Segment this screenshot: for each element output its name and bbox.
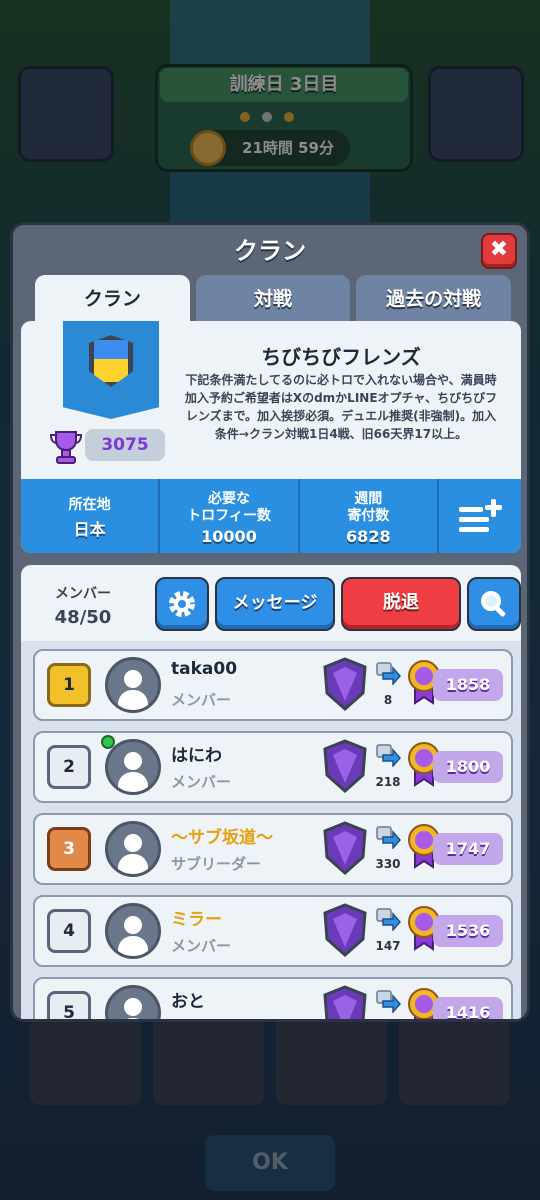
- member-count-label: メンバー: [55, 586, 111, 602]
- member-trophies: 1858: [433, 669, 503, 701]
- donation-count: 218: [375, 775, 401, 789]
- member-name: ミラー: [171, 910, 222, 930]
- rank-badge: 1: [47, 663, 91, 707]
- member-role: メンバー: [171, 937, 232, 955]
- online-status-icon: [101, 735, 115, 749]
- settings-button[interactable]: [155, 577, 209, 631]
- clan-name: ちびちびフレンズ: [261, 345, 421, 369]
- member-trophies: 1536: [433, 915, 503, 947]
- donation-count: 8: [383, 693, 393, 707]
- trophy-icon: [49, 431, 83, 464]
- avatar: [105, 739, 161, 795]
- rank-badge: 2: [47, 745, 91, 789]
- avatar: [105, 985, 161, 1019]
- avatar: [105, 821, 161, 877]
- clan-info-card: 3075 ちびちびフレンズ 下記条件満たしてるのに必トロで入れない場合や、満員時…: [21, 321, 521, 553]
- stat-required-trophies: 必要な トロフィー数 10000: [160, 479, 300, 553]
- gear-icon: [169, 591, 195, 617]
- donation-arrow-icon: [376, 744, 401, 767]
- member-row[interactable]: 5 おとメンバー 1416: [33, 977, 513, 1019]
- stat-value: 日本: [73, 520, 106, 539]
- stat-value: 6828: [346, 527, 391, 546]
- clan-modal: クラン ✖ クラン 対戦 過去の対戦 3075 ちびちびフレンズ 下記条件満たし…: [10, 222, 530, 1022]
- clan-description: 下記条件満たしてるのに必トロで入れない場合や、満員時加入予約ご希望者はXのdmか…: [184, 373, 498, 441]
- stat-label: 週間 寄付数: [347, 491, 390, 524]
- avatar: [105, 903, 161, 959]
- avatar: [105, 657, 161, 713]
- tab-war[interactable]: 対戦: [195, 275, 351, 323]
- search-icon: [481, 591, 506, 617]
- tab-past-wars[interactable]: 過去の対戦: [356, 275, 512, 323]
- stat-location: 所在地 日本: [21, 479, 161, 553]
- donation-count: 147: [375, 939, 401, 953]
- donation-arrow-icon: [376, 662, 401, 685]
- clan-stats-bar: 所在地 日本 必要な トロフィー数 10000 週間 寄付数 6828: [21, 479, 521, 553]
- member-name: 〜サブ坂道〜: [171, 828, 273, 848]
- rank-badge: 4: [47, 909, 91, 953]
- member-trophies: 1747: [433, 833, 503, 865]
- member-list[interactable]: 1 taka00 メンバー 8 1858 2 はにわ メンバー 218 1800 3 〜サブ坂道〜 サブ…: [21, 641, 521, 1019]
- member-row[interactable]: 3 〜サブ坂道〜 サブリーダー 330 1747: [33, 813, 513, 885]
- member-trophies: 1416: [433, 997, 503, 1019]
- member-trophies: 1800: [433, 751, 503, 783]
- member-name: はにわ: [171, 746, 222, 766]
- stat-label: 必要な トロフィー数: [187, 491, 271, 524]
- members-panel: メンバー 48/50 メッセージ 脱退 1 taka00 メンバー 8 1858 2 はにわ…: [21, 565, 521, 1019]
- donation-count: 330: [375, 857, 401, 871]
- member-role: サブリーダー: [171, 855, 262, 873]
- arena-shield-icon: [323, 821, 367, 875]
- member-row[interactable]: 1 taka00 メンバー 8 1858: [33, 649, 513, 721]
- rank-badge: 3: [47, 827, 91, 871]
- arena-shield-icon: [323, 739, 367, 793]
- stat-value: 10000: [201, 527, 257, 546]
- arena-shield-icon: [323, 985, 367, 1019]
- tab-bar: クラン 対戦 過去の対戦: [35, 275, 512, 323]
- rank-badge: 5: [47, 991, 91, 1019]
- member-row[interactable]: 2 はにわメンバー 218 1800: [33, 731, 513, 803]
- member-role: メンバー: [171, 773, 232, 791]
- stat-weekly-donations: 週間 寄付数 6828: [300, 479, 439, 553]
- member-count-value: 48/50: [54, 607, 112, 628]
- donation-arrow-icon: [376, 826, 401, 849]
- modal-header: クラン ✖: [13, 225, 527, 277]
- member-role: メンバー: [171, 691, 232, 709]
- leave-clan-button[interactable]: 脱退: [341, 577, 461, 631]
- message-button[interactable]: メッセージ: [215, 577, 335, 631]
- clan-badge-icon: [63, 321, 159, 419]
- search-button[interactable]: [467, 577, 521, 631]
- list-add-icon: [458, 499, 502, 532]
- stat-label: 所在地: [68, 497, 111, 513]
- member-row[interactable]: 4 ミラーメンバー 147 1536: [33, 895, 513, 967]
- arena-shield-icon: [323, 657, 367, 711]
- member-name: taka00: [171, 659, 238, 679]
- tab-clan[interactable]: クラン: [35, 275, 190, 323]
- clan-details-button[interactable]: [439, 479, 521, 553]
- member-count: メンバー 48/50: [35, 583, 131, 628]
- donation-arrow-icon: [376, 908, 401, 931]
- donation-arrow-icon: [376, 990, 401, 1013]
- clan-trophy-count: 3075: [85, 429, 165, 461]
- arena-shield-icon: [323, 903, 367, 957]
- modal-title: クラン: [234, 237, 306, 265]
- member-name: おと: [171, 992, 205, 1012]
- member-role: メンバー: [171, 1017, 231, 1019]
- close-button[interactable]: ✖: [481, 233, 517, 269]
